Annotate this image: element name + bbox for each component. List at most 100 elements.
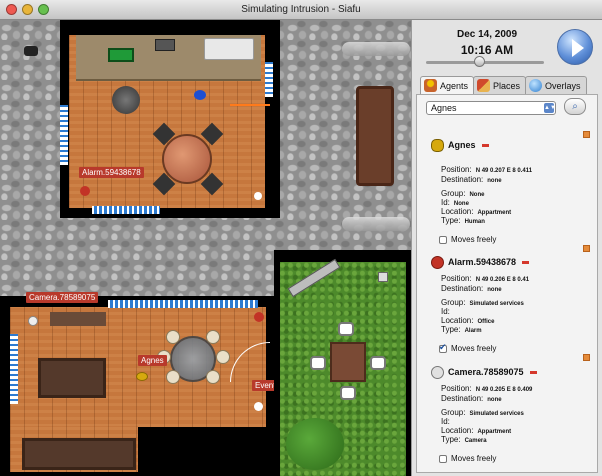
camera-map-label[interactable]: Camera.78589075 bbox=[26, 292, 99, 303]
entity-header[interactable]: Camera.78589075 bbox=[431, 364, 537, 380]
agents-tab-body: Agnes ▲▼ ⌕ Agnes Position: N 49 0.207 E 8… bbox=[416, 94, 598, 473]
remove-entity-icon[interactable] bbox=[583, 131, 590, 138]
group-field: Group: Simulated services bbox=[441, 298, 524, 307]
magnifier-icon: ⌕ bbox=[572, 101, 578, 112]
play-button[interactable] bbox=[557, 29, 593, 65]
entity-name: Agnes bbox=[448, 140, 476, 150]
tab-agents-label: Agents bbox=[440, 80, 469, 91]
simulation-map[interactable]: Alarm.59438678 Camera.78589075 Agnes Eve… bbox=[0, 20, 411, 476]
location-field: Location: Appartment bbox=[441, 207, 512, 216]
alarm-map-label[interactable]: Alarm.59438678 bbox=[79, 167, 144, 178]
position-field: Position: N 49 0.206 E 8 0.41 bbox=[441, 274, 530, 283]
computer-monitor bbox=[108, 48, 134, 62]
type-field: Type: Alarm bbox=[441, 325, 482, 334]
destination-field: Destination: none bbox=[441, 175, 502, 184]
status-badge bbox=[481, 143, 489, 147]
moves-freely-label: Moves freely bbox=[451, 235, 497, 244]
camera-icon bbox=[431, 365, 444, 379]
lamp-post-icon bbox=[342, 42, 410, 56]
apartment-window-left bbox=[10, 334, 18, 404]
tab-overlays[interactable]: Overlays bbox=[525, 76, 587, 94]
alarm-icon bbox=[431, 255, 444, 269]
position-field: Position: N 49 0.207 E 8 0.411 bbox=[441, 165, 533, 174]
stool bbox=[206, 370, 220, 384]
shelf bbox=[50, 312, 106, 326]
speed-slider-knob[interactable] bbox=[474, 56, 486, 67]
group-field: Group: None bbox=[441, 189, 485, 198]
moves-freely-toggle[interactable]: Moves freely bbox=[439, 342, 497, 353]
location-field: Location: Office bbox=[441, 316, 495, 325]
sofa bbox=[38, 358, 106, 398]
moves-freely-label: Moves freely bbox=[451, 344, 497, 353]
tab-places-label: Places bbox=[493, 80, 521, 91]
garden-chair bbox=[310, 356, 326, 370]
red-dot-icon bbox=[254, 312, 264, 322]
agent-select[interactable]: Agnes ▲▼ bbox=[426, 101, 556, 115]
garden-chair bbox=[340, 386, 356, 400]
table-icon bbox=[378, 272, 388, 282]
title-bar: Simulating Intrusion - Siafu bbox=[0, 0, 602, 20]
dropdown-arrow-icon[interactable]: ▲▼ bbox=[544, 103, 556, 113]
position-field: Position: N 49 0.205 E 8 0.409 bbox=[441, 384, 533, 393]
entity-name: Alarm.59438678 bbox=[448, 257, 517, 267]
stool bbox=[166, 370, 180, 384]
moves-freely-checkbox[interactable] bbox=[439, 342, 447, 353]
orange-door-marker bbox=[230, 104, 270, 106]
type-field: Type: Human bbox=[441, 216, 485, 225]
alarm-marker-icon[interactable] bbox=[80, 186, 90, 196]
moves-freely-checkbox[interactable] bbox=[439, 235, 447, 244]
destination-field: Destination: none bbox=[441, 394, 502, 403]
group-field: Group: Simulated services bbox=[441, 408, 524, 417]
house-icon bbox=[477, 79, 491, 92]
destination-field: Destination: none bbox=[441, 284, 502, 293]
control-panel: Dec 14, 2009 10:16 AM Agents Places Over… bbox=[411, 20, 602, 476]
garden-chair bbox=[370, 356, 386, 370]
entity-name: Camera.78589075 bbox=[448, 367, 524, 377]
camera-icon bbox=[24, 46, 38, 56]
tab-places[interactable]: Places bbox=[473, 76, 527, 94]
white-dot-icon bbox=[254, 192, 262, 200]
garden-chair bbox=[338, 322, 354, 336]
lower-sofa bbox=[22, 438, 136, 470]
keyboard bbox=[155, 39, 175, 51]
type-field: Type: Camera bbox=[441, 435, 487, 444]
agent-select-value: Agnes bbox=[431, 103, 457, 113]
camera-marker-icon[interactable] bbox=[28, 316, 38, 326]
remove-entity-icon[interactable] bbox=[583, 354, 590, 361]
stool bbox=[166, 330, 180, 344]
office-window-bottom bbox=[92, 206, 160, 214]
status-badge bbox=[522, 260, 530, 264]
entity-header[interactable]: Agnes bbox=[431, 137, 489, 153]
moves-freely-checkbox[interactable] bbox=[439, 454, 447, 463]
entity-header[interactable]: Alarm.59438678 bbox=[431, 254, 530, 270]
find-agent-button[interactable]: ⌕ bbox=[564, 98, 586, 115]
person-icon bbox=[431, 138, 444, 152]
moves-freely-toggle[interactable]: Moves freely bbox=[439, 235, 496, 244]
printer bbox=[204, 38, 254, 60]
moves-freely-label: Moves freely bbox=[451, 454, 497, 463]
id-field: Id: bbox=[441, 417, 450, 426]
garden-table bbox=[330, 342, 366, 382]
status-badge bbox=[529, 370, 537, 374]
white-dot-icon bbox=[254, 402, 263, 411]
globe-icon bbox=[529, 79, 543, 92]
agnes-marker-icon[interactable] bbox=[136, 372, 148, 381]
bench bbox=[356, 86, 394, 186]
remove-entity-icon[interactable] bbox=[583, 245, 590, 252]
agnes-map-label[interactable]: Agnes bbox=[138, 355, 167, 366]
sim-time: 10:16 AM bbox=[460, 43, 514, 57]
tab-agents[interactable]: Agents bbox=[420, 76, 475, 94]
tree bbox=[286, 418, 344, 470]
id-field: Id: None bbox=[441, 198, 469, 207]
panel-tabs: Agents Places Overlays bbox=[420, 76, 587, 94]
tab-overlays-label: Overlays bbox=[545, 80, 581, 91]
office-window-left bbox=[60, 105, 68, 165]
moves-freely-toggle[interactable]: Moves freely bbox=[439, 454, 496, 463]
round-table bbox=[162, 134, 212, 184]
office-window-right bbox=[265, 62, 273, 97]
agent-icon bbox=[424, 79, 437, 92]
window-title: Simulating Intrusion - Siafu bbox=[241, 4, 361, 15]
blue-object-icon bbox=[194, 90, 206, 100]
sim-date: Dec 14, 2009 bbox=[456, 29, 518, 40]
location-field: Location: Appartment bbox=[441, 426, 512, 435]
